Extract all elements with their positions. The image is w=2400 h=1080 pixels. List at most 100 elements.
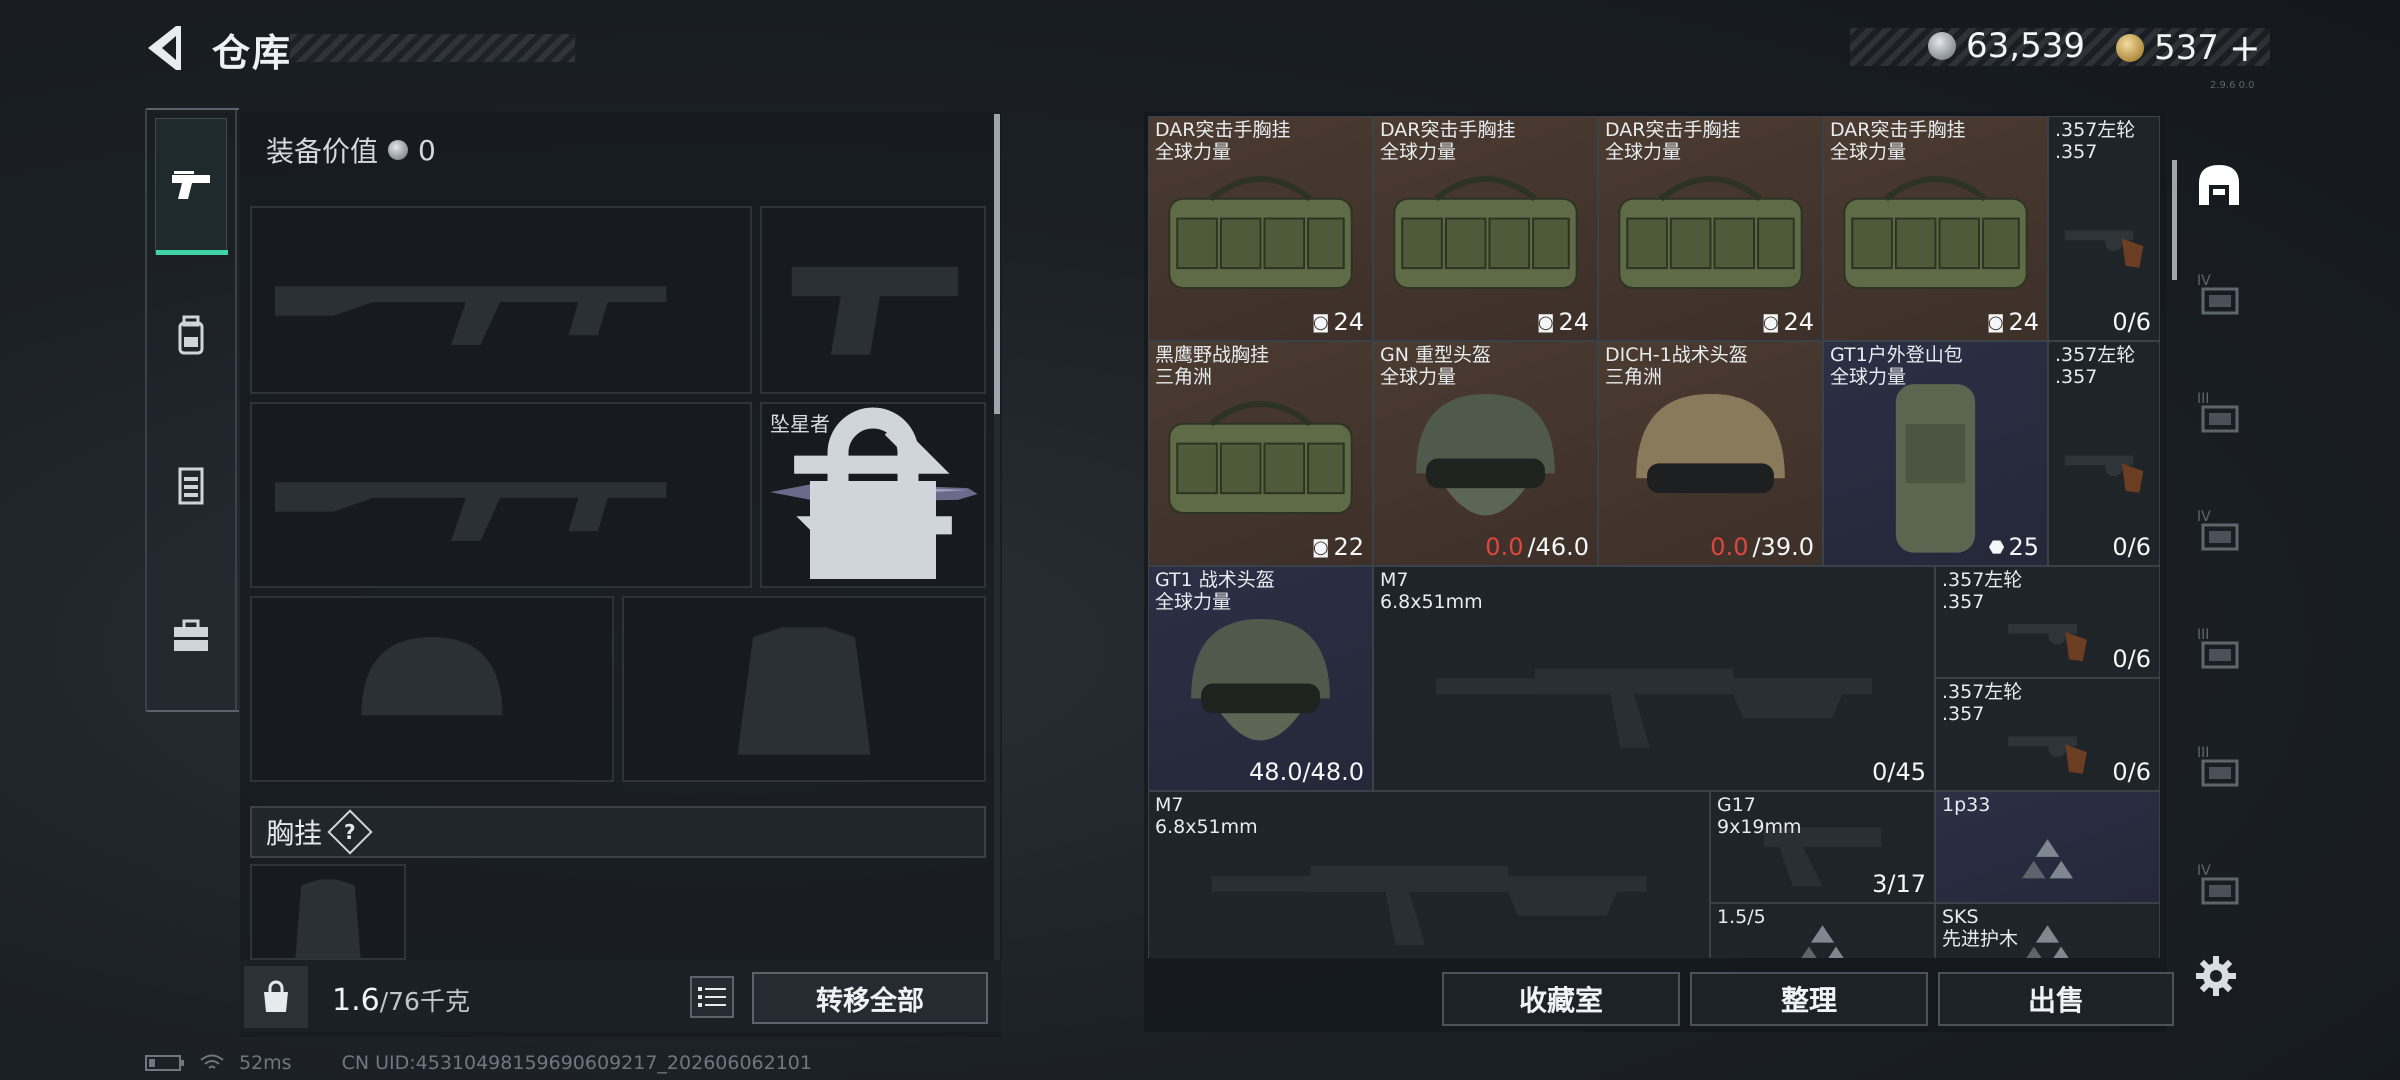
status-bar: 52ms CN UID:45310498159690609217_2026060… [145, 1052, 812, 1074]
item-count: 0/6 [2112, 533, 2151, 561]
sort-button[interactable]: 整理 [1690, 972, 1928, 1026]
tier-label: IV [2197, 273, 2211, 289]
inventory-item-helmet2[interactable]: DICH-1战术头盔 三角洲 0.0/39.0 [1598, 341, 1823, 566]
inventory-item-rifle[interactable]: M7 6.8x51mm 0/45 [1373, 566, 1935, 791]
backpack-tab[interactable] [155, 268, 227, 404]
pistol-silhouette-icon [791, 266, 959, 355]
toolbox-tab[interactable] [155, 568, 227, 704]
vest-label: 胸挂 [266, 817, 323, 850]
inventory-item-revolver[interactable]: .357左轮 .357 0/6 [1935, 566, 2160, 678]
armor-tab[interactable] [155, 418, 227, 554]
storage-box-icon: IV [2197, 863, 2239, 905]
inventory-item-rifle[interactable]: M7 6.8x51mm [1148, 791, 1710, 958]
armor-vest-icon [178, 467, 204, 505]
helmet-slot[interactable] [250, 596, 614, 782]
vest-slot[interactable] [250, 864, 406, 960]
inventory-scroll-thumb[interactable] [2172, 160, 2177, 280]
gold-currency[interactable]: 537 + [2116, 26, 2261, 70]
inventory-item-helmet[interactable]: GN 重型头盔 全球力量 0.0/46.0 [1373, 341, 1598, 566]
item-count: 0/6 [2112, 645, 2151, 673]
item-name: 黑鹰野战胸挂 三角洲 [1155, 344, 1270, 388]
transfer-all-button[interactable]: 转移全部 [752, 972, 988, 1024]
storage-tab-tier[interactable]: III [2184, 722, 2254, 812]
collection-room-button[interactable]: 收藏室 [1442, 972, 1680, 1026]
inventory-item-pistol[interactable]: G17 9x19mm 3/17 [1710, 791, 1935, 903]
inventory-item-vest[interactable]: 黑鹰野战胸挂 三角洲 ◙ 22 [1148, 341, 1373, 566]
storage-tab-tier[interactable]: III [2184, 604, 2254, 694]
weight-readout: 1.6/76千克 [332, 982, 470, 1018]
item-name: .357左轮 .357 [1942, 681, 2023, 725]
item-name: 1.5/5 [1717, 906, 1766, 928]
item-count: ⬣ 25 [1988, 533, 2039, 561]
storage-box-icon: IV [2197, 509, 2239, 551]
item-durability: 0.0/46.0 [1485, 533, 1589, 561]
sell-button[interactable]: 出售 [1938, 972, 2174, 1026]
item-name: DICH-1战术头盔 三角洲 [1605, 344, 1748, 388]
item-name: DAR突击手胸挂 全球力量 [1830, 119, 1966, 163]
item-name: M7 6.8x51mm [1155, 794, 1258, 838]
inventory-item-vest[interactable]: DAR突击手胸挂 全球力量 ◙ 24 [1823, 116, 2048, 341]
vest-section-header: 胸挂 ? [250, 806, 986, 858]
item-durability: 0.0/39.0 [1710, 533, 1814, 561]
secondary-weapon-slot[interactable] [250, 402, 752, 588]
silver-currency[interactable]: 63,539 [1928, 26, 2085, 66]
weight-bag-icon [244, 966, 308, 1028]
tier-label: IV [2197, 509, 2211, 525]
rifle-silhouette-icon [274, 482, 667, 541]
inventory-item-pack[interactable]: GT1户外登山包 全球力量 ⬣ 25 [1823, 341, 2048, 566]
equipment-scroll-thumb[interactable] [994, 114, 1000, 414]
silver-coin-icon [1928, 32, 1956, 60]
storage-tab-tier[interactable]: IV [2184, 840, 2254, 930]
item-name: DAR突击手胸挂 全球力量 [1380, 119, 1516, 163]
wifi-icon [200, 1054, 224, 1069]
item-name: .357左轮 .357 [2055, 119, 2136, 163]
rifle-silhouette-icon [274, 286, 667, 346]
back-arrow-icon[interactable] [140, 22, 184, 74]
storage-box-icon: III [2197, 745, 2239, 787]
add-gold-button[interactable]: + [2229, 26, 2261, 70]
weapon-tab[interactable] [155, 118, 228, 255]
help-icon[interactable]: ? [327, 809, 373, 855]
equipment-tab-column [145, 108, 239, 712]
storage-box-icon: III [2197, 391, 2239, 433]
inventory-item-vest[interactable]: DAR突击手胸挂 全球力量 ◙ 24 [1598, 116, 1823, 341]
warehouse-icon [2199, 165, 2239, 205]
silver-coin-icon [388, 140, 409, 160]
version-tag: 2.9.6 0.0 [2210, 80, 2255, 91]
inventory-item-scope[interactable]: SKS 先进护木 [1935, 903, 2160, 958]
settings-gear-icon[interactable] [2194, 954, 2238, 998]
storage-tab-tier[interactable]: III [2184, 368, 2254, 458]
inventory-grid: DAR突击手胸挂 全球力量 ◙ 24 DAR突击手胸挂 全球力量 ◙ 24 DAR突击手胸挂… [1148, 116, 2160, 958]
list-icon [698, 987, 726, 1007]
storage-tab-tier[interactable]: IV [2184, 486, 2254, 576]
storage-tab-all[interactable] [2184, 140, 2254, 230]
capacity-icon: ◙ [1761, 311, 1780, 333]
inventory-item-revolver[interactable]: .357左轮 .357 0/6 [2048, 116, 2160, 341]
inventory-item-scope[interactable]: 1.5/5 [1710, 903, 1935, 958]
weight-max: /76千克 [379, 987, 470, 1016]
silver-amount: 63,539 [1966, 26, 2085, 66]
inventory-item-scope[interactable]: 1p33 [1935, 791, 2160, 903]
primary-weapon-slot[interactable] [250, 206, 752, 394]
item-name: GT1 战术头盔 全球力量 [1155, 569, 1275, 613]
inventory-item-revolver[interactable]: .357左轮 .357 0/6 [2048, 341, 2160, 566]
tier-label: III [2197, 627, 2209, 643]
pistol-icon [172, 171, 210, 199]
inventory-item-revolver[interactable]: .357左轮 .357 0/6 [1935, 678, 2160, 791]
helmet-silhouette-icon [361, 637, 503, 716]
storage-tab-tier[interactable]: IV [2184, 250, 2254, 340]
sidearm-slot[interactable] [760, 206, 986, 394]
inventory-item-helmet[interactable]: GT1 战术头盔 全球力量 48.0/48.0 [1148, 566, 1373, 791]
backpack-icon [178, 315, 204, 355]
vest-silhouette-icon [295, 879, 361, 958]
item-name: 1p33 [1942, 794, 1991, 816]
capacity-icon: ◙ [1536, 311, 1555, 333]
inventory-item-vest[interactable]: DAR突击手胸挂 全球力量 ◙ 24 [1148, 116, 1373, 341]
item-count: ◙ 22 [1311, 533, 1364, 561]
body-armor-slot[interactable] [622, 596, 986, 782]
list-view-button[interactable] [690, 976, 734, 1018]
item-count: ◙ 24 [1761, 308, 1814, 336]
melee-slot[interactable]: 坠星者 [760, 402, 986, 588]
inventory-item-vest[interactable]: DAR突击手胸挂 全球力量 ◙ 24 [1373, 116, 1598, 341]
tier-label: III [2197, 745, 2209, 761]
